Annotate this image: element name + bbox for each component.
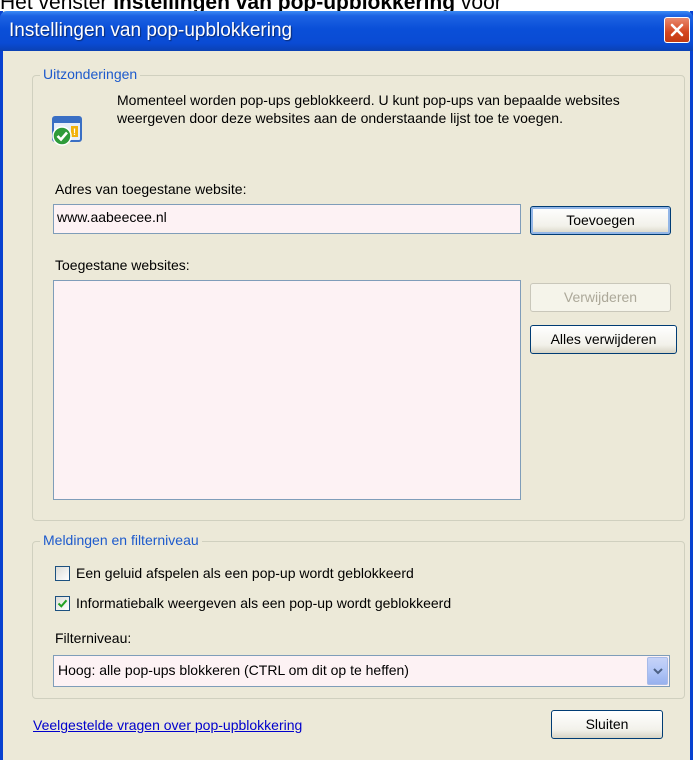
checkmark-icon xyxy=(57,599,68,608)
notifications-legend: Meldingen en filterniveau xyxy=(40,532,202,548)
title-bar[interactable]: Instellingen van pop-upblokkering xyxy=(0,11,693,51)
allowed-websites-label: Toegestane websites: xyxy=(55,257,190,273)
chevron-down-icon xyxy=(653,668,663,675)
popup-blocker-faq-link[interactable]: Veelgestelde vragen over pop-upblokkerin… xyxy=(33,717,302,733)
address-input[interactable]: www.aabeecee.nl xyxy=(53,204,521,234)
allowed-websites-list[interactable] xyxy=(53,280,521,500)
popup-blocker-settings-dialog: Instellingen van pop-upblokkering Uitzon… xyxy=(0,11,693,760)
close-button[interactable]: Sluiten xyxy=(551,710,663,739)
svg-text:!: ! xyxy=(73,127,76,137)
close-window-button[interactable] xyxy=(664,17,690,43)
caption-prefix: Het venster xyxy=(0,0,113,11)
remove-all-button[interactable]: Alles verwijderen xyxy=(530,325,677,354)
sound-checkbox[interactable] xyxy=(55,566,70,581)
shield-info-icon: ! xyxy=(50,114,84,148)
address-label: Adres van toegestane website: xyxy=(55,181,247,197)
window-title: Instellingen van pop-upblokkering xyxy=(9,20,293,41)
remove-button: Verwijderen xyxy=(530,283,671,312)
sound-checkbox-label[interactable]: Een geluid afspelen als een pop-up wordt… xyxy=(76,565,414,581)
exceptions-legend: Uitzonderingen xyxy=(40,66,141,82)
add-button[interactable]: Toevoegen xyxy=(530,206,671,235)
filter-level-value: Hoog: alle pop-ups blokkeren (CTRL om di… xyxy=(58,662,409,678)
close-icon xyxy=(670,23,684,37)
filter-level-select[interactable]: Hoog: alle pop-ups blokkeren (CTRL om di… xyxy=(53,655,670,687)
infobar-checkbox[interactable] xyxy=(55,596,70,611)
infobar-checkbox-label[interactable]: Informatiebalk weergeven als een pop-up … xyxy=(76,595,451,611)
document-caption: Het venster Instellingen van pop-upblokk… xyxy=(0,0,502,11)
dropdown-button[interactable] xyxy=(647,657,668,685)
filter-level-label: Filterniveau: xyxy=(55,630,132,646)
caption-suffix: voor xyxy=(455,0,502,11)
caption-bold: Instellingen van pop-upblokkering xyxy=(113,0,455,11)
exceptions-info-text: Momenteel worden pop-ups geblokkeerd. U … xyxy=(117,92,620,126)
